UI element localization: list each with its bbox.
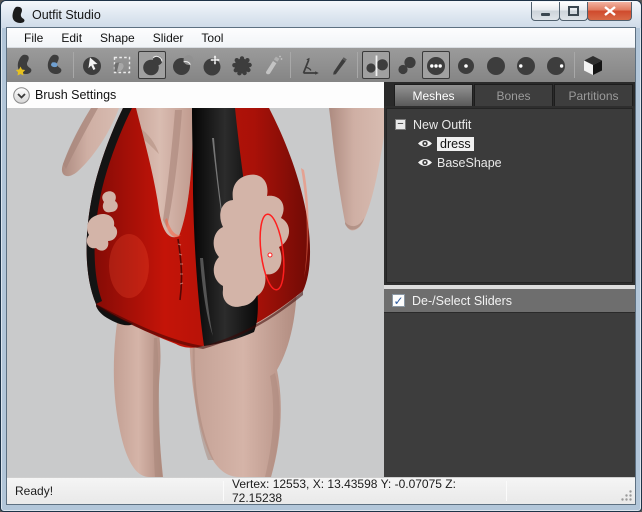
- connected-only-icon: [394, 53, 418, 77]
- minimize-button[interactable]: [531, 2, 560, 21]
- move-brush-icon: [200, 53, 224, 77]
- minimize-icon: [540, 7, 551, 16]
- tree-item-baseshape[interactable]: BaseShape: [395, 153, 632, 172]
- tree-root-row[interactable]: − New Outfit: [395, 115, 632, 134]
- tree-item-label[interactable]: dress: [437, 137, 474, 151]
- title-bar[interactable]: Outfit Studio: [1, 1, 641, 28]
- right-panel: Meshes Bones Partitions − New Outfit dre…: [384, 82, 635, 477]
- menu-tool[interactable]: Tool: [192, 29, 232, 47]
- resize-grip[interactable]: [620, 489, 633, 502]
- toolbar-separator: [290, 52, 291, 78]
- brush-preset-solid-icon: [484, 53, 508, 77]
- perspective-toggle-button[interactable]: [579, 51, 607, 79]
- slider-select-header: ✓ De-/Select Sliders: [384, 289, 635, 312]
- select-tool-icon: [80, 53, 104, 77]
- eye-icon[interactable]: [417, 138, 433, 149]
- global-brush-button[interactable]: [422, 51, 450, 79]
- global-brush-icon: [424, 53, 448, 77]
- app-icon: [10, 6, 25, 24]
- load-reference-button[interactable]: [41, 51, 69, 79]
- mask-brush-icon: [110, 53, 134, 77]
- mesh-tree-wrap: − New Outfit dress BaseShape: [384, 106, 635, 285]
- menu-slider[interactable]: Slider: [144, 29, 193, 47]
- status-vertex-info: Vertex: 12553, X: 13.43598 Y: -0.07075 Z…: [232, 477, 498, 505]
- menu-bar: File Edit Shape Slider Tool: [7, 28, 635, 48]
- weight-brush-icon: [260, 53, 284, 77]
- status-ready: Ready!: [15, 484, 53, 498]
- sliders-panel[interactable]: [384, 312, 635, 477]
- deflate-brush-icon: [170, 53, 194, 77]
- load-reference-icon: [43, 53, 67, 77]
- move-brush-button[interactable]: [198, 51, 226, 79]
- eye-icon[interactable]: [417, 157, 433, 168]
- maximize-icon: [568, 6, 579, 16]
- tab-partitions[interactable]: Partitions: [554, 84, 633, 106]
- tab-meshes[interactable]: Meshes: [394, 84, 473, 106]
- window-title: Outfit Studio: [32, 8, 101, 22]
- toolbar-separator: [73, 52, 74, 78]
- inflate-brush-icon: [140, 53, 164, 77]
- transform-tool-icon: [297, 53, 321, 77]
- brush-preset-center-dot-button[interactable]: [452, 51, 480, 79]
- outfit-studio-window: Outfit Studio File Edit Shape Slider Too…: [0, 0, 642, 512]
- mask-brush-button[interactable]: [108, 51, 136, 79]
- perspective-toggle-icon: [581, 53, 605, 77]
- tree-item-label[interactable]: BaseShape: [437, 156, 502, 170]
- menu-edit[interactable]: Edit: [52, 29, 91, 47]
- pivot-tool-icon: [327, 53, 351, 77]
- smooth-brush-icon: [230, 53, 254, 77]
- close-button[interactable]: [587, 2, 632, 21]
- dress-mesh: [87, 108, 310, 349]
- select-sliders-label[interactable]: De-/Select Sliders: [412, 294, 512, 308]
- collapse-icon[interactable]: −: [395, 119, 406, 130]
- brush-preset-right-dot-button[interactable]: [542, 51, 570, 79]
- menu-file[interactable]: File: [15, 29, 52, 47]
- weight-brush-button[interactable]: [258, 51, 286, 79]
- tree-root-label: New Outfit: [413, 118, 471, 132]
- brush-preset-center-dot-icon: [454, 53, 478, 77]
- toolbar: [7, 48, 635, 82]
- transform-tool-button[interactable]: [295, 51, 323, 79]
- brush-preset-left-dot-icon: [514, 53, 538, 77]
- close-icon: [604, 6, 616, 16]
- viewport-column: Brush Settings: [7, 82, 384, 477]
- mesh-tree[interactable]: − New Outfit dress BaseShape: [386, 108, 633, 283]
- brush-preset-left-dot-button[interactable]: [512, 51, 540, 79]
- panel-tabs: Meshes Bones Partitions: [384, 82, 635, 106]
- select-tool-button[interactable]: [78, 51, 106, 79]
- maximize-button[interactable]: [559, 2, 588, 21]
- brush-settings-label: Brush Settings: [35, 88, 116, 102]
- smooth-brush-button[interactable]: [228, 51, 256, 79]
- x-mirror-icon: [364, 53, 388, 77]
- tab-bones[interactable]: Bones: [474, 84, 553, 106]
- brush-preset-right-dot-icon: [544, 53, 568, 77]
- inflate-brush-button[interactable]: [138, 51, 166, 79]
- viewport-3d[interactable]: [7, 108, 384, 477]
- x-mirror-button[interactable]: [362, 51, 390, 79]
- select-sliders-checkbox[interactable]: ✓: [392, 294, 405, 307]
- new-project-button[interactable]: [11, 51, 39, 79]
- pivot-tool-button[interactable]: [325, 51, 353, 79]
- toolbar-separator: [357, 52, 358, 78]
- status-separator: [506, 481, 507, 501]
- brush-preset-solid-button[interactable]: [482, 51, 510, 79]
- deflate-brush-button[interactable]: [168, 51, 196, 79]
- menu-shape[interactable]: Shape: [91, 29, 144, 47]
- new-project-icon: [13, 53, 37, 77]
- status-bar: Ready! Vertex: 12553, X: 13.43598 Y: -0.…: [7, 477, 635, 504]
- connected-only-button[interactable]: [392, 51, 420, 79]
- toolbar-separator: [574, 52, 575, 78]
- brush-settings-header[interactable]: Brush Settings: [7, 82, 384, 108]
- tree-item-dress[interactable]: dress: [395, 134, 632, 153]
- chevron-down-icon: [13, 87, 30, 104]
